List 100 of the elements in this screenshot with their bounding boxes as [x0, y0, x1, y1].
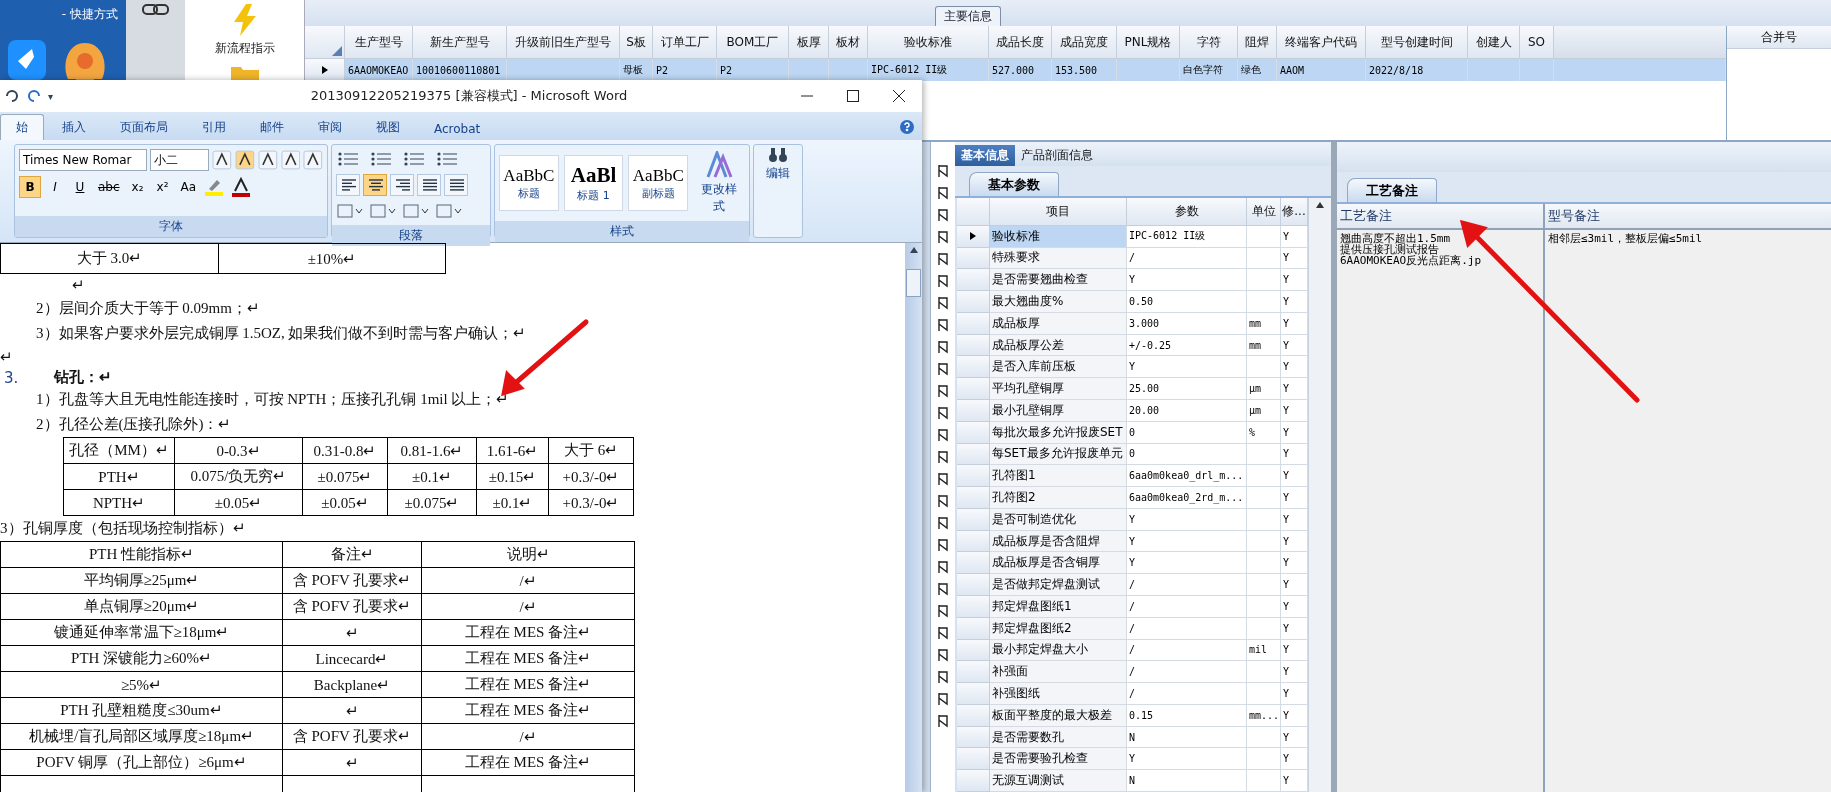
close-icon — [893, 90, 905, 102]
change-styles-button[interactable]: 更改样式 — [693, 149, 745, 217]
column-header[interactable]: 字符 — [1180, 26, 1238, 59]
param-row[interactable]: 成品板厚 3.000 mm Y — [957, 312, 1308, 335]
column-header[interactable]: 参数 — [1127, 198, 1247, 226]
align-button[interactable] — [417, 174, 441, 196]
format-button[interactable]: U — [69, 176, 91, 198]
ribbon-tab[interactable]: 引用 — [186, 114, 242, 140]
tab[interactable]: 基本参数 — [969, 172, 1059, 196]
column-header[interactable]: 修... — [1281, 198, 1308, 226]
format-button[interactable]: x₂ — [126, 176, 149, 198]
help-icon — [900, 120, 914, 134]
format-button[interactable]: I — [44, 176, 66, 198]
param-row[interactable]: 板面平整度的最大极差 0.15 mm... Y — [957, 704, 1308, 727]
param-row[interactable]: 是否需要翘曲检查 Y Y — [957, 269, 1308, 292]
style-card[interactable]: AaBl 标题 1 — [563, 155, 624, 211]
column-header[interactable]: S板 — [620, 26, 653, 59]
column-header[interactable]: 升级前旧生产型号 — [507, 26, 620, 59]
font-size-field[interactable]: 小二 — [150, 149, 210, 171]
param-row[interactable]: 特殊要求 / Y — [957, 247, 1308, 270]
table-cell: +0.3/-0↵ — [549, 464, 634, 490]
table-cell: 工程在 MES 备注↵ — [422, 620, 635, 646]
param-row[interactable]: 是否入库前压板 Y Y — [957, 356, 1308, 379]
column-header[interactable]: SO — [1520, 26, 1554, 59]
edit-button[interactable]: 编辑 — [754, 145, 802, 237]
param-row[interactable]: 孔符图2 6aa0m0kea0_2rd_m... Y — [957, 487, 1308, 509]
table-cell: 是否做邦定焊盘测试 — [990, 574, 1127, 596]
align-button[interactable] — [363, 174, 387, 196]
scrollbar[interactable] — [905, 243, 922, 792]
align-button[interactable] — [444, 174, 468, 196]
param-row[interactable]: 最小邦定焊盘大小 / mil Y — [957, 639, 1308, 662]
column-header[interactable]: 订单工厂 — [653, 26, 717, 59]
column-header[interactable]: 新生产型号 — [413, 26, 507, 59]
tab[interactable]: 工艺备注 — [1347, 178, 1437, 202]
param-row[interactable]: 成品板厚公差 +/-0.25 mm Y — [957, 334, 1308, 357]
column-header[interactable]: 阻焊 — [1238, 26, 1277, 59]
table-cell: 0.50 — [1127, 291, 1247, 313]
column-header[interactable]: 成品长度 — [989, 26, 1052, 59]
param-row[interactable]: 每批次最多允许报废SET 0 % Y — [957, 421, 1308, 444]
tab[interactable]: 产品剖面信息 — [1015, 145, 1099, 166]
table-cell: 20.00 — [1127, 399, 1247, 422]
table-cell: Y — [1281, 704, 1308, 727]
column-header[interactable]: 单位 — [1247, 198, 1281, 226]
note-text[interactable]: 相邻层≤3mil，整板层偏≤5mil — [1545, 230, 1831, 247]
param-row[interactable]: 邦定焊盘图纸2 / Y — [957, 617, 1308, 640]
column-header[interactable]: 创建人 — [1468, 26, 1520, 59]
ribbon-tab[interactable]: 邮件 — [244, 114, 300, 140]
ribbon-tab[interactable]: 审阅 — [302, 114, 358, 140]
format-button[interactable]: abc — [94, 176, 124, 198]
ribbon-tab[interactable]: Acrobat — [418, 117, 497, 140]
scroll-thumb[interactable] — [906, 269, 921, 297]
grid-row[interactable]: 6AAOMOKEAO 10010600110801 母板 P2 P2 IPC-6012 II级 527.000 153.500 白色字符 绿色 AAOM 2022/8/18 — [305, 59, 1726, 81]
ribbon-tab[interactable]: 页面布局 — [104, 114, 184, 140]
param-row[interactable]: 是否做邦定焊盘测试 / Y — [957, 574, 1308, 596]
column-header[interactable]: 项目 — [990, 198, 1127, 226]
note-text[interactable]: 翘曲高度不超出1.5mm 提供压接孔测试报告 6AAOMOKEAO反光点距离.jp — [1337, 230, 1543, 269]
param-row[interactable]: 无源互调测试 N Y — [957, 770, 1308, 792]
column-header[interactable]: 验收标准 — [868, 26, 989, 59]
table-cell: Y — [1281, 770, 1308, 792]
param-row[interactable]: 最大翘曲度% 0.50 Y — [957, 291, 1308, 313]
param-row[interactable]: 平均孔壁铜厚 25.00 μm Y — [957, 378, 1308, 400]
style-card[interactable]: AaBbC 副标题 — [628, 155, 689, 211]
column-header[interactable]: 合并号 — [1727, 26, 1831, 49]
customize-caret[interactable]: ▾ — [48, 90, 54, 102]
param-row[interactable]: 每SET最多允许报废单元 0 Y — [957, 443, 1308, 466]
column-header[interactable]: 板厚 — [789, 26, 829, 59]
param-row[interactable]: 孔符图1 6aa0m0kea0_drl_m... Y — [957, 465, 1308, 488]
param-row[interactable]: 是否需要数孔 N Y — [957, 726, 1308, 749]
column-header[interactable]: 成品宽度 — [1052, 26, 1117, 59]
param-row[interactable]: 成品板厚是否含铜厚 Y Y — [957, 552, 1308, 575]
align-button[interactable] — [390, 174, 414, 196]
ribbon-tab[interactable]: 始 — [0, 114, 44, 140]
format-button[interactable]: x² — [151, 176, 174, 198]
column-header[interactable]: 型号创建时间 — [1366, 26, 1468, 59]
scrollbar[interactable] — [1308, 198, 1331, 792]
ribbon-tab[interactable]: 视图 — [360, 114, 416, 140]
format-button[interactable]: Aa — [176, 176, 201, 198]
param-row[interactable]: 是否需要验孔检查 Y Y — [957, 748, 1308, 771]
launcher-label[interactable]: 新流程指示 — [214, 40, 275, 57]
font-name-field[interactable]: Times New Romar — [19, 149, 148, 171]
flag-icon — [937, 604, 949, 618]
column-header[interactable]: 生产型号 — [345, 26, 413, 59]
column-header[interactable]: PNL规格 — [1117, 26, 1180, 59]
column-header[interactable]: 终端客户代码 — [1277, 26, 1366, 59]
param-row[interactable]: 验收标准 IPC-6012 II级 Y — [957, 225, 1308, 248]
param-row[interactable]: 补强面 / Y — [957, 661, 1308, 684]
param-row[interactable]: 邦定焊盘图纸1 / Y — [957, 596, 1308, 618]
param-row[interactable]: 成品板厚是否含阻焊 Y Y — [957, 530, 1308, 553]
param-row[interactable]: 最小孔壁铜厚 20.00 μm Y — [957, 399, 1308, 422]
align-button[interactable] — [336, 174, 360, 196]
column-header[interactable]: 板材 — [829, 26, 868, 59]
table-cell: 白色字符 — [1180, 59, 1238, 81]
style-card[interactable]: AaBbC 标题 — [499, 155, 559, 211]
tab[interactable]: 基本信息 — [955, 145, 1015, 166]
format-button[interactable]: B — [19, 176, 41, 198]
param-row[interactable]: 是否可制造优化 Y Y — [957, 508, 1308, 531]
param-row[interactable]: 补强图纸 / Y — [957, 683, 1308, 705]
ribbon-tab[interactable]: 插入 — [46, 114, 102, 140]
column-header[interactable]: BOM工厂 — [717, 26, 789, 59]
table-cell: ±0.05↵ — [303, 490, 388, 516]
